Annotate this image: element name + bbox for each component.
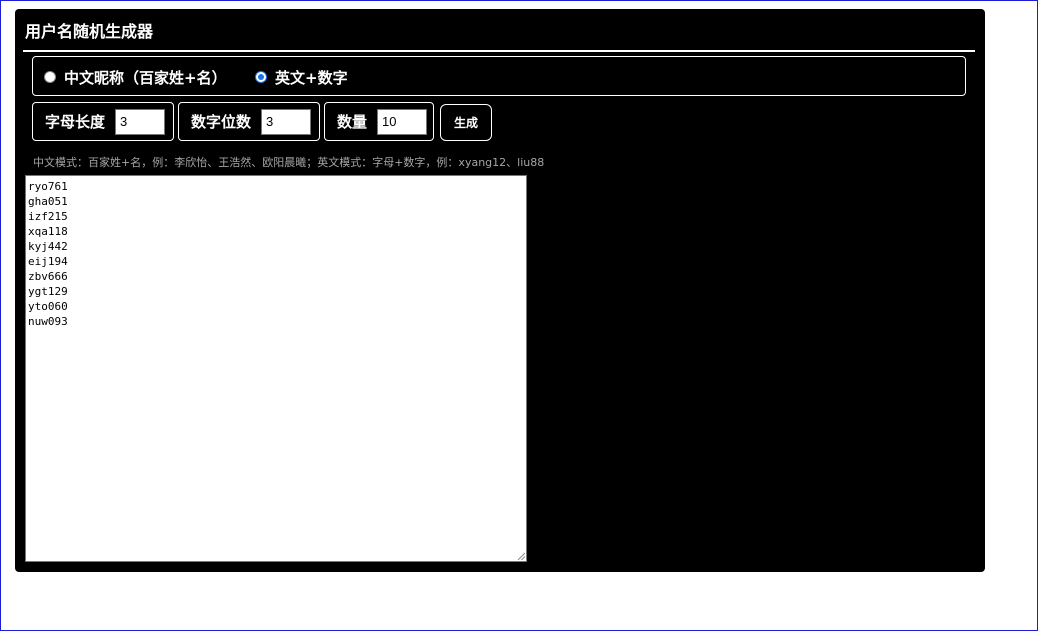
page-title: 用户名随机生成器 bbox=[25, 22, 154, 41]
quantity-label: 数量 bbox=[337, 113, 368, 131]
output-line: yto060 bbox=[28, 300, 68, 313]
mode-selector: 中文昵称（百家姓+名） 英文+数字 bbox=[32, 56, 966, 96]
output-line: kyj442 bbox=[28, 240, 68, 253]
mode-option-english-label: 英文+数字 bbox=[275, 68, 348, 87]
output-line: xqa118 bbox=[28, 225, 68, 238]
output-lines: ryo761 gha051 izf215 xqa118 kyj442 eij194 zbv6… bbox=[28, 179, 524, 329]
generate-button[interactable]: 生成 bbox=[440, 104, 492, 141]
letter-length-label: 字母长度 bbox=[45, 113, 106, 131]
digit-count-input[interactable]: 3 bbox=[261, 108, 312, 135]
mode-option-chinese-label: 中文昵称（百家姓+名） bbox=[64, 68, 227, 87]
quantity-group: 数量 10 bbox=[324, 102, 434, 141]
output-line: eij194 bbox=[28, 255, 68, 268]
mode-option-chinese[interactable]: 中文昵称（百家姓+名） bbox=[44, 57, 227, 97]
radio-english[interactable] bbox=[255, 71, 267, 83]
output-line: nuw093 bbox=[28, 315, 68, 328]
output-textarea[interactable]: ryo761 gha051 izf215 xqa118 kyj442 eij194 zbv6… bbox=[25, 175, 527, 562]
letter-length-input[interactable]: 3 bbox=[115, 108, 166, 135]
mode-option-english[interactable]: 英文+数字 bbox=[255, 57, 348, 97]
quantity-input[interactable]: 10 bbox=[377, 108, 428, 135]
output-line: zbv666 bbox=[28, 270, 68, 283]
radio-chinese[interactable] bbox=[44, 71, 56, 83]
resize-grip-icon[interactable] bbox=[517, 552, 525, 560]
letter-length-group: 字母长度 3 bbox=[32, 102, 174, 141]
mode-hint: 中文模式：百家姓+名，例：李欣怡、王浩然、欧阳晨曦；英文模式：字母+数字，例：x… bbox=[33, 156, 545, 169]
output-line: izf215 bbox=[28, 210, 68, 223]
output-line: ygt129 bbox=[28, 285, 68, 298]
output-line: ryo761 bbox=[28, 180, 68, 193]
output-line: gha051 bbox=[28, 195, 68, 208]
title-divider bbox=[23, 50, 975, 52]
digit-count-group: 数字位数 3 bbox=[178, 102, 320, 141]
digit-count-label: 数字位数 bbox=[191, 113, 252, 131]
generator-panel: 用户名随机生成器 中文昵称（百家姓+名） 英文+数字 字母长度 3 数字位数 3… bbox=[15, 9, 985, 572]
